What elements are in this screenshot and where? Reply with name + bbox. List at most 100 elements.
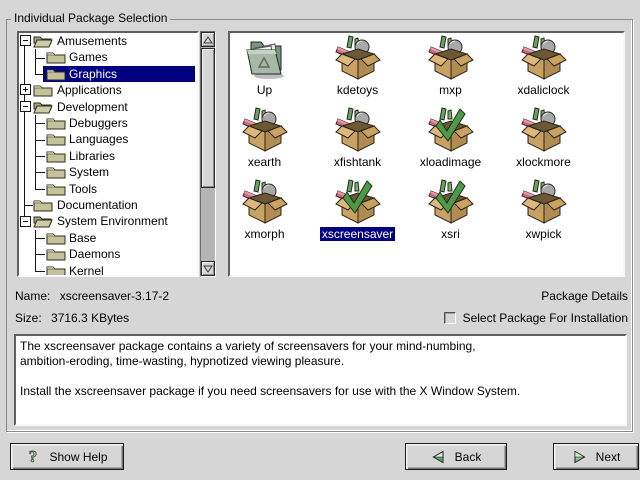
tree-scrollbar[interactable]	[200, 31, 216, 277]
select-package-label[interactable]: Select Package For Installation	[463, 311, 628, 325]
tree-item-label: Kernel	[69, 263, 104, 275]
show-help-button[interactable]: ? Show Help	[10, 443, 124, 470]
scroll-up-button[interactable]	[201, 32, 215, 47]
package-up[interactable]: Up	[230, 34, 311, 104]
tree-item-development[interactable]: Development	[19, 99, 197, 115]
package-box-icon	[334, 106, 382, 154]
frame-title: Individual Package Selection	[11, 11, 170, 25]
folder-icon	[46, 231, 66, 245]
package-xlockmore[interactable]: xlockmore	[497, 106, 590, 176]
tree-item-amusements[interactable]: Amusements	[19, 33, 197, 49]
package-size-row: Size: 3716.3 KBytes	[15, 311, 135, 325]
arrow-up-icon	[203, 36, 213, 44]
folder-icon	[46, 149, 66, 163]
package-box-icon	[241, 178, 289, 226]
package-details-label: Package Details	[541, 289, 628, 303]
tree-item-graphics[interactable]: Graphics	[19, 66, 197, 82]
tree-item-label: Applications	[57, 82, 122, 98]
tree-item-libraries[interactable]: Libraries	[19, 148, 197, 164]
back-arrow-icon	[431, 450, 446, 464]
expand-expander-icon[interactable]	[20, 84, 31, 95]
scrollbar-thumb[interactable]	[201, 48, 215, 188]
package-kdetoys[interactable]: kdetoys	[311, 34, 404, 104]
tree-item-label: Amusements	[57, 33, 127, 49]
folder-icon	[33, 198, 53, 212]
package-box-icon	[334, 34, 382, 82]
package-label: xearth	[246, 155, 283, 169]
checked-package-box-icon	[427, 178, 475, 226]
tree-item-games[interactable]: Games	[19, 49, 197, 65]
name-value: xscreensaver-3.17-2	[60, 289, 169, 303]
open-folder-icon	[33, 34, 53, 48]
collapse-expander-icon[interactable]	[20, 101, 31, 112]
select-package-checkbox[interactable]	[444, 312, 456, 324]
package-icon-grid-inner: Upkdetoys mxp xdaliclock xearth xfishtank xlo…	[230, 33, 623, 275]
tree-item-label: Languages	[69, 131, 128, 147]
package-label: xfishtank	[332, 155, 383, 169]
size-value: 3716.3 KBytes	[51, 311, 129, 325]
tree-item-debuggers[interactable]: Debuggers	[19, 115, 197, 131]
package-mxp[interactable]: mxp	[404, 34, 497, 104]
package-name-row: Name: xscreensaver-3.17-2	[15, 289, 175, 303]
tree-item-label: System	[69, 164, 109, 180]
tree-item-applications[interactable]: Applications	[19, 82, 197, 98]
folder-icon	[46, 182, 66, 196]
package-box-icon	[241, 106, 289, 154]
tree-item-daemons[interactable]: Daemons	[19, 246, 197, 262]
tree-item-system-environment[interactable]: System Environment	[19, 213, 197, 229]
package-box-icon	[520, 178, 568, 226]
folder-icon	[46, 67, 66, 81]
package-xscreensaver[interactable]: xscreensaver	[311, 178, 404, 248]
tree-item-label: Development	[57, 99, 128, 115]
tree-item-tools[interactable]: Tools	[19, 181, 197, 197]
select-package-control: Select Package For Installation	[444, 311, 628, 325]
package-xsri[interactable]: xsri	[404, 178, 497, 248]
selection-frame: Individual Package Selection AmusementsG…	[6, 19, 633, 432]
package-xearth[interactable]: xearth	[230, 106, 311, 176]
tree-item-label: Base	[69, 230, 96, 246]
package-xmorph[interactable]: xmorph	[230, 178, 311, 248]
tree-item-documentation[interactable]: Documentation	[19, 197, 197, 213]
tree-item-label: Debuggers	[69, 115, 128, 131]
open-folder-icon	[33, 214, 53, 228]
package-label: xscreensaver	[320, 227, 395, 241]
package-xloadimage[interactable]: xloadimage	[404, 106, 497, 176]
folder-icon	[46, 50, 66, 64]
collapse-expander-icon[interactable]	[20, 35, 31, 46]
tree-item-label: Daemons	[69, 246, 120, 262]
package-label: xlockmore	[514, 155, 573, 169]
package-label: xsri	[439, 227, 462, 241]
package-label: xloadimage	[418, 155, 483, 169]
folder-icon	[46, 264, 66, 275]
tree-item-kernel[interactable]: Kernel	[19, 263, 197, 275]
tree-item-label: Documentation	[57, 197, 138, 213]
collapse-expander-icon[interactable]	[20, 216, 31, 227]
folder-icon	[46, 165, 66, 179]
package-label: xmorph	[242, 227, 286, 241]
svg-text:?: ?	[29, 448, 38, 466]
package-label: mxp	[437, 83, 464, 97]
package-xwpick[interactable]: xwpick	[497, 178, 590, 248]
folder-icon	[46, 247, 66, 261]
tree-item-label: Games	[69, 49, 108, 65]
tree-item-base[interactable]: Base	[19, 230, 197, 246]
show-help-label: Show Help	[49, 450, 107, 464]
package-icon-grid: Upkdetoys mxp xdaliclock xearth xfishtank xlo…	[228, 31, 625, 277]
tree-item-languages[interactable]: Languages	[19, 131, 197, 147]
package-box-icon	[520, 106, 568, 154]
back-button[interactable]: Back	[405, 443, 507, 470]
package-xdaliclock[interactable]: xdaliclock	[497, 34, 590, 104]
help-question-icon: ?	[26, 448, 40, 466]
folder-icon	[46, 132, 66, 146]
checked-package-box-icon	[334, 178, 382, 226]
up-folder-icon	[241, 34, 289, 82]
folder-icon	[33, 83, 53, 97]
next-label: Next	[596, 450, 621, 464]
next-button[interactable]: Next	[553, 443, 639, 470]
package-xfishtank[interactable]: xfishtank	[311, 106, 404, 176]
tree-item-system[interactable]: System	[19, 164, 197, 180]
scroll-down-button[interactable]	[201, 261, 215, 276]
tree-item-label: System Environment	[57, 213, 168, 229]
category-tree[interactable]: AmusementsGamesGraphicsApplicationsDevel…	[17, 31, 199, 277]
checked-package-box-icon	[427, 106, 475, 154]
